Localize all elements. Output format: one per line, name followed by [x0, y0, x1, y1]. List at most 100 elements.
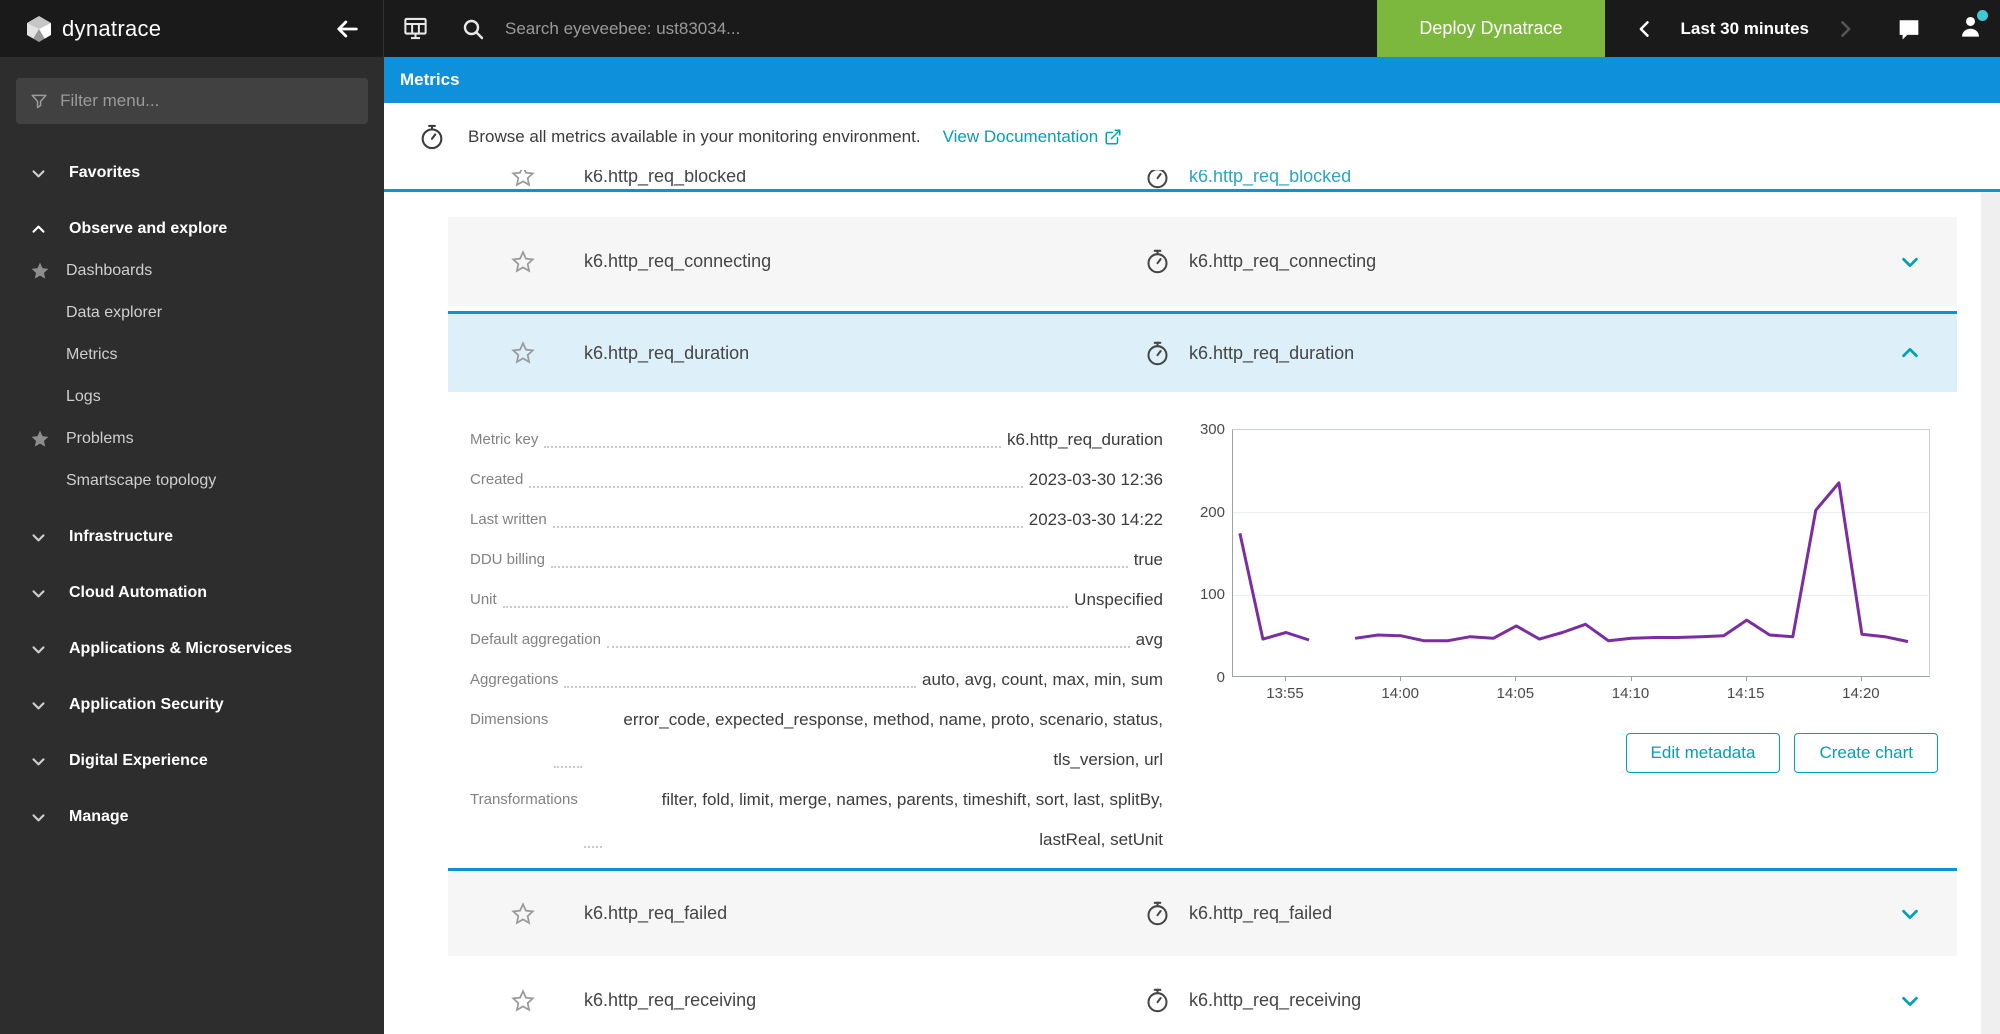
info-message: Browse all metrics available in your mon…: [468, 127, 921, 147]
metric-name: k6.http_req_receiving: [584, 990, 1144, 1011]
sidebar-item-logs[interactable]: Logs: [0, 376, 384, 418]
y-axis-labels: 0100200300: [1193, 430, 1225, 678]
section-divider: [384, 189, 2000, 192]
metric-row-duration[interactable]: k6.http_req_duration k6.http_req_duratio…: [448, 314, 1957, 392]
metric-stopwatch-icon: [1144, 987, 1171, 1014]
metric-list: k6.http_req_blocked k6.http_req_blocked: [384, 170, 2000, 1034]
arrow-left-icon: [333, 15, 361, 43]
edit-metadata-button[interactable]: Edit metadata: [1626, 733, 1781, 773]
favorite-star-icon[interactable]: [510, 249, 536, 275]
filter-menu-input[interactable]: [60, 91, 354, 111]
info-bar: Browse all metrics available in your mon…: [384, 103, 2000, 170]
sidebar-section-applications-microservices[interactable]: Applications & Microservices: [0, 628, 384, 670]
sidebar-filter[interactable]: [16, 78, 368, 124]
y-axis-tick-label: 100: [1193, 585, 1225, 605]
search-input[interactable]: Search eyeveebee: ust83034...: [505, 19, 740, 39]
sidebar-item-problems[interactable]: Problems: [0, 418, 384, 460]
metric-row-connecting[interactable]: k6.http_req_connecting k6.http_req_conne…: [448, 217, 1957, 306]
metric-stopwatch-icon: [1144, 340, 1171, 367]
metric-display-name: k6.http_req_duration: [1189, 343, 1354, 364]
metadata-field: Default aggregationavg: [470, 620, 1163, 660]
favorite-star-icon[interactable]: [510, 340, 536, 366]
user-status-dot: [1977, 10, 1988, 21]
metric-row: k6.http_req_blocked k6.http_req_blocked: [448, 170, 1957, 189]
filter-funnel-icon: [30, 91, 48, 111]
sidebar-item-smartscape-topology[interactable]: Smartscape topology: [0, 460, 384, 502]
sidebar-section-infrastructure[interactable]: Infrastructure: [0, 516, 384, 558]
x-axis-tick-label: 14:20: [1842, 685, 1880, 702]
chart-line-series: [1355, 483, 1908, 642]
expand-chevron-down-icon[interactable]: [1899, 990, 1921, 1012]
sidebar-section-manage[interactable]: Manage: [0, 796, 384, 838]
metadata-field: Aggregationsauto, avg, count, max, min, …: [470, 660, 1163, 700]
chat-icon[interactable]: [1895, 15, 1923, 43]
time-range-previous-button[interactable]: [1635, 19, 1655, 39]
collapse-sidebar-button[interactable]: [333, 15, 361, 43]
metric-detail-panel: Metric keyk6.http_req_duration Created20…: [448, 392, 1957, 868]
metric-stopwatch-icon: [418, 123, 446, 151]
deploy-dynatrace-button[interactable]: Deploy Dynatrace: [1377, 0, 1604, 57]
chevron-up-icon: [30, 221, 47, 238]
metadata-field: Transformationsfilter, fold, limit, merg…: [470, 780, 1163, 860]
metric-display-name: k6.http_req_blocked: [1189, 170, 1351, 187]
main-content: Metrics Browse all metrics available in …: [384, 57, 2000, 1034]
environment-monitor-icon[interactable]: [402, 15, 429, 42]
chevron-down-icon: [30, 697, 47, 714]
expand-chevron-down-icon[interactable]: [1899, 251, 1921, 273]
metric-meta: k6.http_req_failed: [1144, 900, 1332, 927]
sidebar-item-dashboards[interactable]: Dashboards: [0, 250, 384, 292]
favorite-star-icon[interactable]: [510, 170, 536, 189]
chart-actions: Edit metadata Create chart: [1194, 733, 1938, 773]
metric-row-failed[interactable]: k6.http_req_failed k6.http_req_failed: [448, 871, 1957, 956]
metadata-field: Dimensionserror_code, expected_response,…: [470, 700, 1163, 780]
metric-row-receiving[interactable]: k6.http_req_receiving k6.http_req_receiv…: [448, 956, 1957, 1034]
metric-meta: k6.http_req_duration: [1144, 340, 1354, 367]
sidebar-item-metrics[interactable]: Metrics: [0, 334, 384, 376]
line-chart-svg: [1233, 430, 1931, 678]
y-axis-tick-label: 300: [1193, 420, 1225, 440]
metadata-field: DDU billingtrue: [470, 540, 1163, 580]
x-axis-tick-label: 13:55: [1266, 685, 1304, 702]
collapse-chevron-up-icon[interactable]: [1899, 342, 1921, 364]
vertical-scrollbar[interactable]: [1981, 192, 2000, 1034]
x-axis-tick-mark: [1285, 677, 1286, 681]
create-chart-button[interactable]: Create chart: [1794, 733, 1938, 773]
expand-chevron-down-icon[interactable]: [1899, 903, 1921, 925]
topbar-left: dynatrace: [0, 0, 384, 57]
favorite-star-icon[interactable]: [510, 988, 536, 1014]
view-documentation-link[interactable]: View Documentation: [943, 127, 1123, 147]
x-axis-tick-label: 14:15: [1727, 685, 1765, 702]
x-axis-tick-mark: [1746, 677, 1747, 681]
favorite-star-icon: [30, 261, 50, 281]
time-range-next-button[interactable]: [1835, 19, 1855, 39]
user-menu[interactable]: [1957, 13, 1984, 45]
x-axis-tick-mark: [1400, 677, 1401, 681]
sidebar-section-application-security[interactable]: Application Security: [0, 684, 384, 726]
y-axis-tick-label: 200: [1193, 503, 1225, 523]
x-axis-tick-mark: [1631, 677, 1632, 681]
favorite-star-icon[interactable]: [510, 901, 536, 927]
metric-name: k6.http_req_blocked: [584, 170, 1144, 187]
dynatrace-logo-icon: [24, 14, 54, 44]
sidebar-section-favorites[interactable]: Favorites: [0, 152, 384, 194]
chevron-down-icon: [30, 165, 47, 182]
page-title: Metrics: [400, 70, 460, 90]
dynatrace-logo[interactable]: dynatrace: [24, 14, 161, 44]
chevron-right-icon: [1835, 19, 1855, 39]
metric-name: k6.http_req_failed: [584, 903, 1144, 924]
x-axis-tick-label: 14:05: [1497, 685, 1535, 702]
chevron-down-icon: [30, 809, 47, 826]
metric-row-blocked-clipped[interactable]: k6.http_req_blocked k6.http_req_blocked: [448, 170, 1957, 189]
metric-name: k6.http_req_duration: [584, 343, 1144, 364]
search-icon[interactable]: [461, 17, 485, 41]
leader-dots: [553, 526, 1023, 528]
time-range-selector[interactable]: Last 30 minutes: [1681, 19, 1810, 39]
topbar-main: Search eyeveebee: ust83034... Deploy Dyn…: [384, 0, 2000, 57]
chevron-left-icon: [1635, 19, 1655, 39]
sidebar-item-data-explorer[interactable]: Data explorer: [0, 292, 384, 334]
chevron-down-icon: [30, 753, 47, 770]
sidebar-section-cloud-automation[interactable]: Cloud Automation: [0, 572, 384, 614]
chevron-down-icon: [30, 585, 47, 602]
sidebar-section-digital-experience[interactable]: Digital Experience: [0, 740, 384, 782]
sidebar-section-observe-and-explore[interactable]: Observe and explore: [0, 208, 384, 250]
